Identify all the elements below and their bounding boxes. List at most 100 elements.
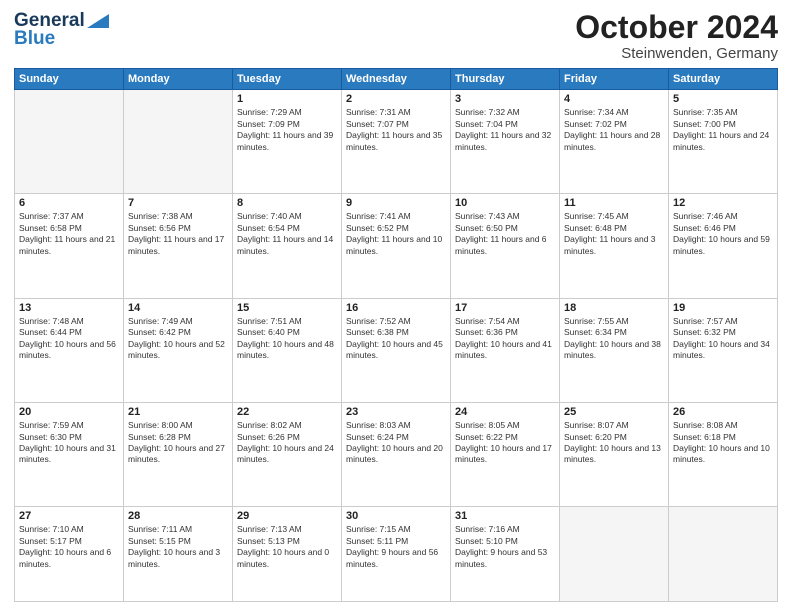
day-number: 23: [346, 406, 446, 418]
day-cell-31: 31 Sunrise: 7:16 AM Sunset: 5:10 PM Dayli…: [451, 507, 560, 602]
day-cell-26: 26Sunrise: 8:08 AM Sunset: 6:18 PM Dayli…: [669, 403, 778, 507]
empty-cell: [669, 507, 778, 602]
day-cell-12: 12 Sunrise: 7:46 AM Sunset: 6:46 PM Dayli…: [669, 194, 778, 298]
day-number: 15: [237, 302, 337, 314]
day-info: Sunrise: 7:45 AM Sunset: 6:48 PM Dayligh…: [564, 211, 664, 257]
week-row-1: 1Sunrise: 7:29 AM Sunset: 7:09 PM Daylig…: [15, 90, 778, 194]
page: General Blue October 2024 Steinwenden, G…: [0, 0, 792, 612]
day-info: Sunrise: 8:02 AM Sunset: 6:26 PM Dayligh…: [237, 420, 337, 466]
day-cell-16: 16 Sunrise: 7:52 AM Sunset: 6:38 PM Dayli…: [342, 298, 451, 402]
day-header-monday: Monday: [124, 69, 233, 90]
day-cell-24: 24 Sunrise: 8:05 AM Sunset: 6:22 PM Dayli…: [451, 403, 560, 507]
logo-blue: Blue: [14, 28, 55, 50]
logo-icon: [87, 14, 109, 28]
day-number: 8: [237, 197, 337, 209]
day-info: Sunrise: 7:52 AM Sunset: 6:38 PM Dayligh…: [346, 316, 446, 362]
day-cell-3: 3 Sunrise: 7:32 AM Sunset: 7:04 PM Daylig…: [451, 90, 560, 194]
day-number: 5: [673, 93, 773, 105]
day-number: 3: [455, 93, 555, 105]
calendar-table: SundayMondayTuesdayWednesdayThursdayFrid…: [14, 68, 778, 602]
day-number: 11: [564, 197, 664, 209]
day-number: 30: [346, 510, 446, 522]
empty-cell: [560, 507, 669, 602]
day-info: Sunrise: 8:03 AM Sunset: 6:24 PM Dayligh…: [346, 420, 446, 466]
day-number: 14: [128, 302, 228, 314]
day-number: 18: [564, 302, 664, 314]
week-row-5: 27 Sunrise: 7:10 AM Sunset: 5:17 PM Dayli…: [15, 507, 778, 602]
day-number: 28: [128, 510, 228, 522]
day-number: 21: [128, 406, 228, 418]
day-info: Sunrise: 8:00 AM Sunset: 6:28 PM Dayligh…: [128, 420, 228, 466]
day-info: Sunrise: 7:15 AM Sunset: 5:11 PM Dayligh…: [346, 524, 446, 570]
day-info: Sunrise: 8:05 AM Sunset: 6:22 PM Dayligh…: [455, 420, 555, 466]
day-number: 19: [673, 302, 773, 314]
day-cell-14: 14 Sunrise: 7:49 AM Sunset: 6:42 PM Dayli…: [124, 298, 233, 402]
day-info: Sunrise: 7:43 AM Sunset: 6:50 PM Dayligh…: [455, 211, 555, 257]
day-info: Sunrise: 7:10 AM Sunset: 5:17 PM Dayligh…: [19, 524, 119, 570]
day-info: Sunrise: 7:34 AM Sunset: 7:02 PM Dayligh…: [564, 107, 664, 153]
day-header-tuesday: Tuesday: [233, 69, 342, 90]
day-number: 6: [19, 197, 119, 209]
day-header-friday: Friday: [560, 69, 669, 90]
day-cell-27: 27 Sunrise: 7:10 AM Sunset: 5:17 PM Dayli…: [15, 507, 124, 602]
day-cell-28: 28 Sunrise: 7:11 AM Sunset: 5:15 PM Dayli…: [124, 507, 233, 602]
day-number: 27: [19, 510, 119, 522]
day-info: Sunrise: 7:40 AM Sunset: 6:54 PM Dayligh…: [237, 211, 337, 257]
day-info: Sunrise: 7:48 AM Sunset: 6:44 PM Dayligh…: [19, 316, 119, 362]
day-number: 25: [564, 406, 664, 418]
day-cell-13: 13 Sunrise: 7:48 AM Sunset: 6:44 PM Dayli…: [15, 298, 124, 402]
week-row-4: 20Sunrise: 7:59 AM Sunset: 6:30 PM Dayli…: [15, 403, 778, 507]
day-info: Sunrise: 7:16 AM Sunset: 5:10 PM Dayligh…: [455, 524, 555, 570]
day-info: Sunrise: 7:49 AM Sunset: 6:42 PM Dayligh…: [128, 316, 228, 362]
day-cell-23: 23 Sunrise: 8:03 AM Sunset: 6:24 PM Dayli…: [342, 403, 451, 507]
day-number: 26: [673, 406, 773, 418]
day-number: 24: [455, 406, 555, 418]
day-info: Sunrise: 7:29 AM Sunset: 7:09 PM Dayligh…: [237, 107, 337, 153]
logo: General Blue: [14, 10, 109, 50]
day-number: 10: [455, 197, 555, 209]
day-number: 4: [564, 93, 664, 105]
day-cell-19: 19 Sunrise: 7:57 AM Sunset: 6:32 PM Dayli…: [669, 298, 778, 402]
day-info: Sunrise: 7:11 AM Sunset: 5:15 PM Dayligh…: [128, 524, 228, 570]
day-info: Sunrise: 7:37 AM Sunset: 6:58 PM Dayligh…: [19, 211, 119, 257]
day-cell-5: 5 Sunrise: 7:35 AM Sunset: 7:00 PM Daylig…: [669, 90, 778, 194]
title-block: October 2024 Steinwenden, Germany: [575, 10, 778, 62]
day-info: Sunrise: 7:41 AM Sunset: 6:52 PM Dayligh…: [346, 211, 446, 257]
day-header-saturday: Saturday: [669, 69, 778, 90]
day-info: Sunrise: 7:35 AM Sunset: 7:00 PM Dayligh…: [673, 107, 773, 153]
day-cell-9: 9 Sunrise: 7:41 AM Sunset: 6:52 PM Daylig…: [342, 194, 451, 298]
day-cell-30: 30 Sunrise: 7:15 AM Sunset: 5:11 PM Dayli…: [342, 507, 451, 602]
day-number: 20: [19, 406, 119, 418]
day-cell-22: 22 Sunrise: 8:02 AM Sunset: 6:26 PM Dayli…: [233, 403, 342, 507]
day-cell-29: 29Sunrise: 7:13 AM Sunset: 5:13 PM Dayli…: [233, 507, 342, 602]
day-number: 22: [237, 406, 337, 418]
month-title: October 2024: [575, 10, 778, 45]
day-cell-17: 17 Sunrise: 7:54 AM Sunset: 6:36 PM Dayli…: [451, 298, 560, 402]
day-info: Sunrise: 7:57 AM Sunset: 6:32 PM Dayligh…: [673, 316, 773, 362]
day-number: 17: [455, 302, 555, 314]
header: General Blue October 2024 Steinwenden, G…: [14, 10, 778, 62]
day-info: Sunrise: 7:51 AM Sunset: 6:40 PM Dayligh…: [237, 316, 337, 362]
day-number: 7: [128, 197, 228, 209]
day-number: 9: [346, 197, 446, 209]
day-cell-11: 11 Sunrise: 7:45 AM Sunset: 6:48 PM Dayli…: [560, 194, 669, 298]
day-cell-8: 8 Sunrise: 7:40 AM Sunset: 6:54 PM Daylig…: [233, 194, 342, 298]
day-info: Sunrise: 7:55 AM Sunset: 6:34 PM Dayligh…: [564, 316, 664, 362]
day-header-thursday: Thursday: [451, 69, 560, 90]
day-number: 16: [346, 302, 446, 314]
day-cell-15: 15 Sunrise: 7:51 AM Sunset: 6:40 PM Dayli…: [233, 298, 342, 402]
day-header-sunday: Sunday: [15, 69, 124, 90]
day-info: Sunrise: 8:07 AM Sunset: 6:20 PM Dayligh…: [564, 420, 664, 466]
day-cell-20: 20Sunrise: 7:59 AM Sunset: 6:30 PM Dayli…: [15, 403, 124, 507]
day-header-wednesday: Wednesday: [342, 69, 451, 90]
day-info: Sunrise: 7:46 AM Sunset: 6:46 PM Dayligh…: [673, 211, 773, 257]
day-info: Sunrise: 7:54 AM Sunset: 6:36 PM Dayligh…: [455, 316, 555, 362]
day-number: 31: [455, 510, 555, 522]
day-number: 12: [673, 197, 773, 209]
location: Steinwenden, Germany: [575, 45, 778, 62]
day-number: 13: [19, 302, 119, 314]
day-cell-1: 1Sunrise: 7:29 AM Sunset: 7:09 PM Daylig…: [233, 90, 342, 194]
day-info: Sunrise: 7:32 AM Sunset: 7:04 PM Dayligh…: [455, 107, 555, 153]
empty-cell: [15, 90, 124, 194]
day-cell-10: 10 Sunrise: 7:43 AM Sunset: 6:50 PM Dayli…: [451, 194, 560, 298]
